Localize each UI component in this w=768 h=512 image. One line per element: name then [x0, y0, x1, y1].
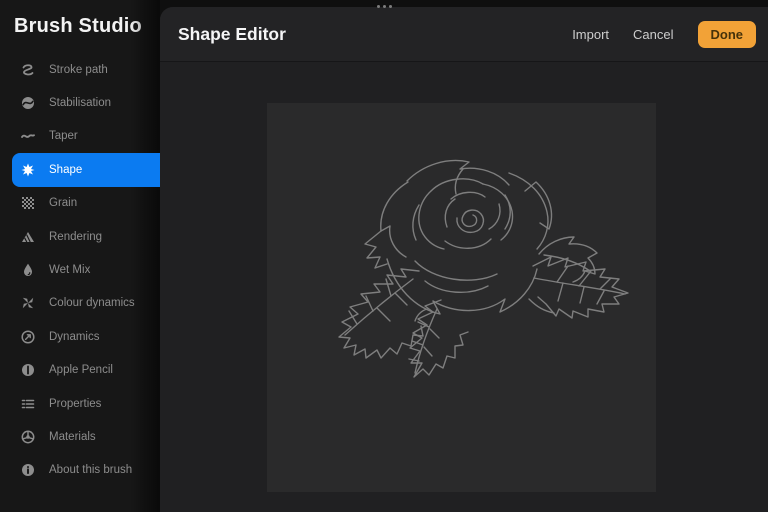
- shape-canvas[interactable]: [267, 103, 656, 492]
- rendering-icon: [20, 229, 36, 245]
- cancel-button[interactable]: Cancel: [633, 27, 673, 42]
- sidebar-item-label: Materials: [49, 430, 96, 443]
- sidebar-item-label: Stroke path: [49, 63, 108, 76]
- sidebar-item-rendering[interactable]: Rendering: [12, 220, 160, 253]
- dynamics-icon: [20, 329, 36, 345]
- brush-settings-menu: Stroke path Stabilisation Taper Shape Gr…: [0, 53, 160, 487]
- shape-icon: [20, 162, 36, 178]
- shape-editor-header: Shape Editor Import Cancel Done: [160, 7, 768, 62]
- sidebar-item-apple-pencil[interactable]: Apple Pencil: [12, 354, 160, 387]
- sidebar-item-label: Dynamics: [49, 330, 100, 343]
- taper-icon: [20, 128, 36, 144]
- wet-mix-icon: [20, 262, 36, 278]
- sidebar-item-dynamics[interactable]: Dynamics: [12, 320, 160, 353]
- materials-icon: [20, 429, 36, 445]
- sidebar-item-label: Apple Pencil: [49, 364, 113, 377]
- window-drag-handle-icon[interactable]: [0, 5, 768, 8]
- page-title: Shape Editor: [178, 23, 286, 44]
- sidebar-item-label: Wet Mix: [49, 264, 91, 277]
- header-actions: Import Cancel Done: [572, 20, 756, 48]
- sidebar-item-colour-dynamics[interactable]: Colour dynamics: [12, 287, 160, 320]
- sidebar-item-label: Rendering: [49, 230, 103, 243]
- sidebar-item-materials[interactable]: Materials: [12, 420, 160, 453]
- sidebar-item-stroke-path[interactable]: Stroke path: [12, 53, 160, 86]
- sidebar-item-label: Stabilisation: [49, 97, 112, 110]
- sidebar-item-label: Grain: [49, 197, 78, 210]
- about-icon: [20, 462, 36, 478]
- colour-dynamics-icon: [20, 295, 36, 311]
- stabilisation-icon: [20, 95, 36, 111]
- sidebar-item-label: Properties: [49, 397, 102, 410]
- sidebar-item-taper[interactable]: Taper: [12, 120, 160, 153]
- sidebar-item-wet-mix[interactable]: Wet Mix: [12, 253, 160, 286]
- sidebar-item-properties[interactable]: Properties: [12, 387, 160, 420]
- sidebar-item-label: Colour dynamics: [49, 297, 135, 310]
- sidebar-item-grain[interactable]: Grain: [12, 187, 160, 220]
- shape-editor-panel: Shape Editor Import Cancel Done: [160, 7, 768, 512]
- shape-editor-content: [160, 62, 768, 512]
- import-button[interactable]: Import: [572, 27, 609, 42]
- done-button[interactable]: Done: [697, 20, 756, 48]
- stroke-path-icon: [20, 62, 36, 78]
- rose-shape-drawing: [338, 159, 629, 378]
- sidebar-item-label: About this brush: [49, 464, 133, 477]
- sidebar-item-label: Taper: [49, 130, 78, 143]
- sidebar-item-about-this-brush[interactable]: About this brush: [12, 454, 160, 487]
- grain-icon: [20, 195, 36, 211]
- sidebar-item-label: Shape: [49, 163, 83, 176]
- brush-studio-sidebar: Brush Studio Stroke path Stabilisation T…: [0, 0, 160, 512]
- apple-pencil-icon: [20, 362, 36, 378]
- properties-icon: [20, 396, 36, 412]
- sidebar-item-shape[interactable]: Shape: [12, 153, 160, 187]
- sidebar-item-stabilisation[interactable]: Stabilisation: [12, 86, 160, 119]
